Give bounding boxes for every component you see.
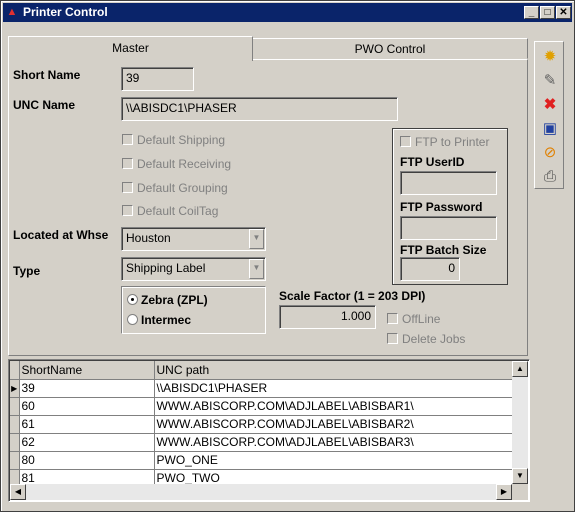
column-header-shortname[interactable]: ShortName xyxy=(19,361,155,380)
horizontal-scrollbar[interactable]: ◀ ▶ xyxy=(10,484,512,500)
table-row[interactable]: 80 PWO_ONE xyxy=(10,451,514,470)
short-name-label: Short Name xyxy=(13,68,81,82)
radio-unselected-icon xyxy=(127,314,138,325)
printer-control-window: ▲ Printer Control _ □ ✕ Master PWO Contr… xyxy=(0,0,575,512)
row-indicator xyxy=(10,397,20,416)
delete-jobs-checkbox[interactable]: Delete Jobs xyxy=(387,332,465,346)
default-receiving-checkbox[interactable]: Default Receiving xyxy=(122,157,231,171)
table-header-row: ShortName UNC path xyxy=(10,361,514,380)
unc-name-field[interactable]: \\ABISDC1\PHASER xyxy=(121,97,398,121)
default-receiving-label: Default Receiving xyxy=(137,157,232,171)
row-indicator xyxy=(10,451,20,470)
checkbox-box xyxy=(400,136,411,147)
type-select[interactable]: Shipping Label ▼ xyxy=(121,257,266,281)
default-grouping-checkbox[interactable]: Default Grouping xyxy=(122,181,228,195)
row-indicator xyxy=(10,433,20,452)
cell-unc-path[interactable]: WWW.ABISCORP.COM\ADJLABEL\ABISBAR2\ xyxy=(154,415,514,434)
radio-intermec-label: Intermec xyxy=(141,313,192,327)
ftp-password-field[interactable] xyxy=(400,216,497,240)
scroll-right-icon[interactable]: ▶ xyxy=(496,484,512,500)
type-value: Shipping Label xyxy=(126,261,206,275)
radio-selected-icon xyxy=(127,294,138,305)
new-icon[interactable]: ✹ xyxy=(539,46,561,68)
offline-checkbox[interactable]: OffLine xyxy=(387,312,440,326)
ftp-password-label: FTP Password xyxy=(400,200,483,214)
radio-zebra-label: Zebra (ZPL) xyxy=(141,293,208,307)
ftp-userid-field[interactable] xyxy=(400,171,497,195)
column-header-unc-path[interactable]: UNC path xyxy=(154,361,514,380)
window-title: Printer Control xyxy=(23,5,108,19)
cell-unc-path[interactable]: PWO_ONE xyxy=(154,451,514,470)
printer-app-icon: ▲ xyxy=(6,6,18,18)
close-button[interactable]: ✕ xyxy=(556,6,571,19)
default-coiltag-checkbox[interactable]: Default CoilTag xyxy=(122,204,218,218)
radio-zebra[interactable]: Zebra (ZPL) xyxy=(127,293,208,307)
default-shipping-label: Default Shipping xyxy=(137,133,226,147)
current-row-icon: ▶ xyxy=(10,379,20,398)
table-row[interactable]: 61 WWW.ABISCORP.COM\ADJLABEL\ABISBAR2\ xyxy=(10,415,514,434)
table-row[interactable]: 62 WWW.ABISCORP.COM\ADJLABEL\ABISBAR3\ xyxy=(10,433,514,452)
cell-short-name[interactable]: 61 xyxy=(19,415,155,434)
short-name-field[interactable]: 39 xyxy=(121,67,194,91)
scale-factor-field[interactable]: 1.000 xyxy=(279,305,376,329)
cell-short-name[interactable]: 62 xyxy=(19,433,155,452)
title-bar: ▲ Printer Control _ □ ✕ xyxy=(3,3,572,22)
checkbox-box xyxy=(122,205,133,216)
table-row[interactable]: 60 WWW.ABISCORP.COM\ADJLABEL\ABISBAR1\ xyxy=(10,397,514,416)
default-shipping-checkbox[interactable]: Default Shipping xyxy=(122,133,225,147)
scale-factor-label: Scale Factor (1 = 203 DPI) xyxy=(279,289,426,303)
delete-jobs-label: Delete Jobs xyxy=(402,332,466,346)
edit-icon[interactable]: ✎ xyxy=(539,70,561,92)
tab-pwo-control[interactable]: PWO Control xyxy=(252,38,528,59)
ftp-userid-label: FTP UserID xyxy=(400,155,465,169)
ftp-batch-size-label: FTP Batch Size xyxy=(400,243,487,257)
maximize-button[interactable]: □ xyxy=(540,6,555,19)
delete-icon[interactable]: ✖ xyxy=(539,94,561,116)
checkbox-box xyxy=(387,333,398,344)
row-indicator xyxy=(10,415,20,434)
ftp-to-printer-label: FTP to Printer xyxy=(415,135,490,149)
minimize-button[interactable]: _ xyxy=(524,6,539,19)
table-row[interactable]: ▶ 39 \\ABISDC1\PHASER xyxy=(10,379,514,398)
print-icon[interactable]: ⎙ xyxy=(539,166,561,188)
ftp-batch-size-field[interactable]: 0 xyxy=(400,257,460,281)
record-toolbar: ✹ ✎ ✖ ▣ ⊘ ⎙ xyxy=(534,41,564,189)
unc-name-label: UNC Name xyxy=(13,98,76,112)
default-grouping-label: Default Grouping xyxy=(137,181,228,195)
scroll-down-icon[interactable]: ▼ xyxy=(512,468,528,484)
cell-unc-path[interactable]: WWW.ABISCORP.COM\ADJLABEL\ABISBAR1\ xyxy=(154,397,514,416)
chevron-down-icon[interactable]: ▼ xyxy=(249,229,264,249)
checkbox-box xyxy=(122,134,133,145)
row-indicator-header xyxy=(10,361,20,380)
save-icon[interactable]: ▣ xyxy=(539,118,561,140)
checkbox-box xyxy=(387,313,398,324)
type-label: Type xyxy=(13,264,41,278)
offline-label: OffLine xyxy=(402,312,441,326)
warehouse-value: Houston xyxy=(126,231,171,245)
checkbox-box xyxy=(122,182,133,193)
ftp-to-printer-checkbox[interactable]: FTP to Printer xyxy=(400,135,489,149)
chevron-down-icon[interactable]: ▼ xyxy=(249,259,264,279)
checkbox-box xyxy=(122,158,133,169)
cell-unc-path[interactable]: \\ABISDC1\PHASER xyxy=(154,379,514,398)
printer-table: ShortName UNC path ▶ 39 \\ABISDC1\PHASER… xyxy=(10,361,514,488)
cell-short-name[interactable]: 60 xyxy=(19,397,155,416)
radio-intermec[interactable]: Intermec xyxy=(127,313,191,327)
cell-short-name[interactable]: 80 xyxy=(19,451,155,470)
tab-master[interactable]: Master xyxy=(8,36,253,61)
cell-short-name[interactable]: 39 xyxy=(19,379,155,398)
default-coiltag-label: Default CoilTag xyxy=(137,204,219,218)
cancel-icon[interactable]: ⊘ xyxy=(539,142,561,164)
printer-grid: ShortName UNC path ▶ 39 \\ABISDC1\PHASER… xyxy=(8,359,530,502)
scrollbar-corner xyxy=(512,484,528,500)
located-at-whse-label: Located at Whse xyxy=(13,228,109,242)
vertical-scrollbar[interactable]: ▲ ▼ xyxy=(512,361,528,484)
cell-unc-path[interactable]: WWW.ABISCORP.COM\ADJLABEL\ABISBAR3\ xyxy=(154,433,514,452)
scroll-left-icon[interactable]: ◀ xyxy=(10,484,26,500)
scroll-up-icon[interactable]: ▲ xyxy=(512,361,528,377)
warehouse-select[interactable]: Houston ▼ xyxy=(121,227,266,251)
